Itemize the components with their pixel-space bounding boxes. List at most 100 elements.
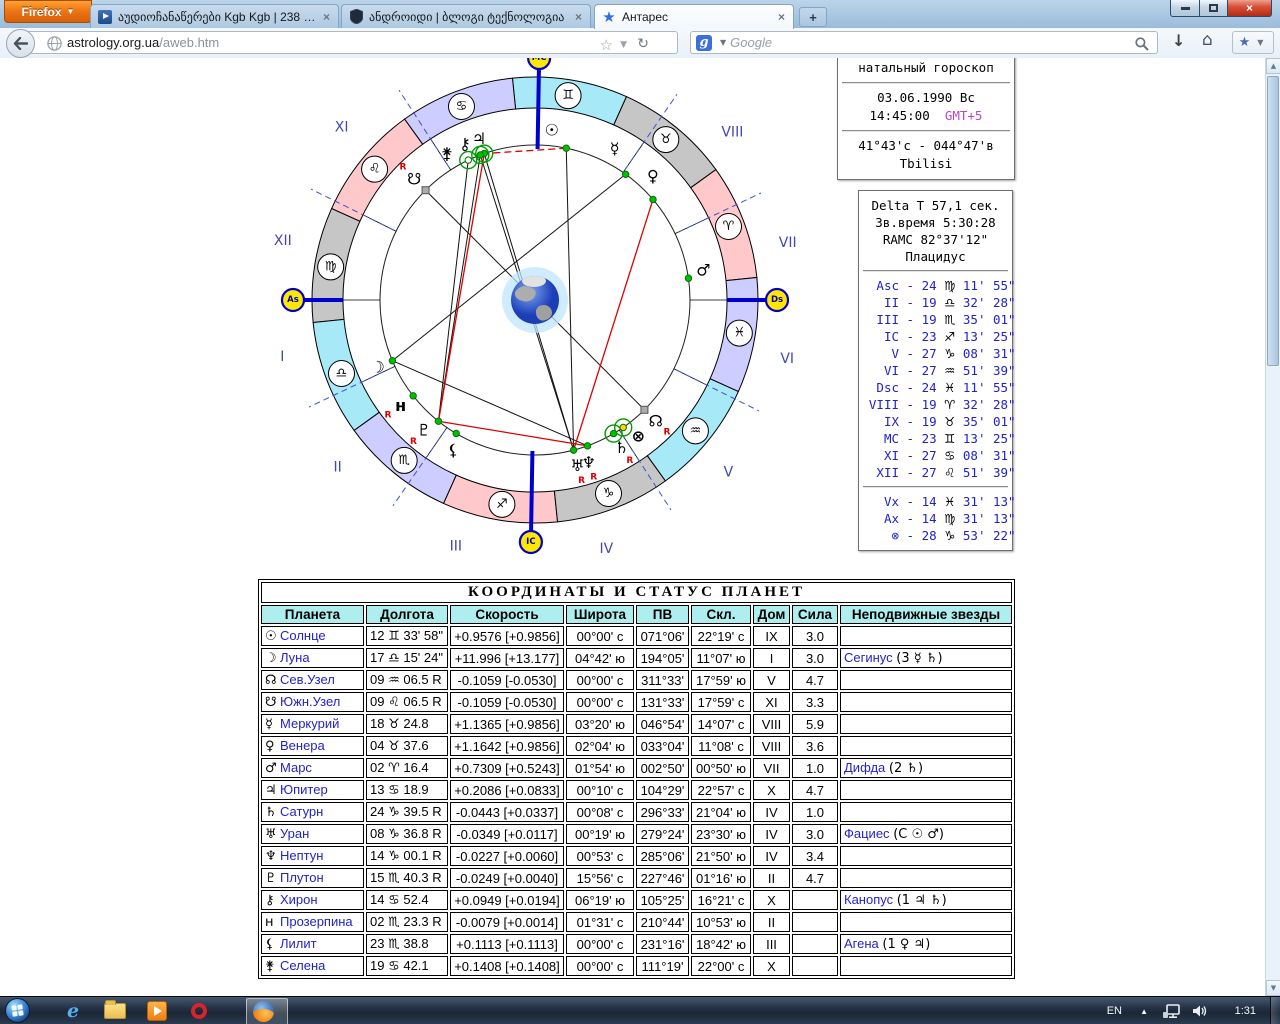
planet-link[interactable]: Южн.Узел [280, 694, 340, 709]
speed-cell: +11.996 [+13.177] [450, 648, 564, 668]
planet-link[interactable]: Венера [280, 738, 325, 753]
planet-link[interactable]: Юпитер [280, 782, 328, 797]
search-box[interactable]: g ▼ Google [690, 31, 1158, 54]
url-bar[interactable]: astrology.org.ua/aweb.htm ☆ ▼ ↻ [22, 31, 678, 54]
latitude-cell: 00°00' с [566, 956, 634, 976]
scroll-down-button[interactable]: ▼ [1266, 980, 1280, 996]
planet-link[interactable]: Нептун [280, 848, 323, 863]
table-row: ♂Марс02 ♈ 16.4+0.7309 [+0.5243]01°54' ю0… [261, 758, 1012, 778]
house-label: VIII [721, 124, 743, 140]
star-link[interactable]: Дифда [844, 760, 885, 775]
planet-link[interactable]: Меркурий [280, 716, 339, 731]
planet-link[interactable]: Селена [280, 958, 325, 973]
language-indicator[interactable]: EN [1107, 997, 1122, 1024]
pluto-glyph: ♇ [417, 420, 431, 439]
opera-icon[interactable] [184, 999, 214, 1023]
table-row: ☉Солнце12 ♊ 33' 58"+0.9576 [+0.9856]00°0… [261, 626, 1012, 646]
start-button[interactable] [5, 998, 30, 1023]
bookmark-star-icon[interactable]: ☆ [600, 36, 613, 54]
firefox-button-label: Firefox [22, 5, 62, 19]
column-header: Дом [753, 605, 790, 624]
planet-cell: ⚷Хирон [261, 890, 364, 910]
cusp-line: XII - 27 ♌ 51' 39" [863, 464, 1008, 481]
planet-link[interactable]: Солнце [280, 628, 326, 643]
planet-link[interactable]: Марс [280, 760, 312, 775]
explorer-folder-icon[interactable] [100, 999, 130, 1023]
star-link[interactable]: Фациес [844, 826, 890, 841]
tab-close-icon[interactable]: × [321, 10, 332, 24]
power-cell [792, 956, 838, 976]
tab-close-icon[interactable]: × [776, 10, 787, 24]
longitude-cell: 19 ♋ 42.1 [366, 956, 448, 976]
close-button[interactable]: × [1228, 0, 1272, 17]
media-player-icon[interactable] [142, 999, 172, 1023]
latitude-cell: 00°19' ю [566, 824, 634, 844]
planet-link[interactable]: Лилит [280, 936, 317, 951]
clock[interactable]: 1:31 [1235, 997, 1256, 1024]
tab-1[interactable]: აუდიოჩანაწერები Kgb Kgb | 238 აუ... × [90, 4, 339, 28]
planet-link[interactable]: Прозерпина [280, 914, 353, 929]
fortuna-glyph: ⊗ [632, 427, 645, 446]
cusp-line: IX - 19 ♉ 35' 01" [863, 413, 1008, 430]
declination-cell: 16°21' с [691, 890, 751, 910]
speed-cell: -0.0249 [+0.0040] [450, 868, 564, 888]
lilith-glyph: ⚸ [447, 441, 459, 460]
tab-title: ანდროიდი | ბლოგი ტექნოლოგია [369, 10, 568, 24]
planet-link[interactable]: Луна [280, 650, 310, 665]
saturn-glyph: ♄ [615, 438, 629, 457]
search-icon[interactable] [1135, 37, 1149, 51]
url-host: astrology.org.ua [67, 35, 159, 50]
reload-icon[interactable]: ↻ [637, 36, 649, 52]
house-cell: II [753, 868, 790, 888]
tab-title: Антарес [622, 10, 771, 24]
bookmarks-button[interactable]: ★ ▼ [1232, 31, 1274, 54]
house-label: I [280, 349, 284, 365]
tab-2[interactable]: ანდროიდი | ბლოგი ტექნოლოგია × [341, 4, 591, 28]
scrollbar-thumb[interactable] [1267, 76, 1279, 366]
scrollbar[interactable]: ▲ ▼ [1265, 58, 1280, 996]
longitude-cell: 23 ♏ 38.8 [366, 934, 448, 954]
cusp-line: III - 19 ♏ 35' 01" [863, 311, 1008, 328]
sign-glyph: ♎ [336, 366, 348, 381]
firefox-menu-button[interactable]: Firefox ▼ [4, 0, 92, 23]
fixed-star-cell [840, 912, 1012, 932]
pv-cell: 210°44' [636, 912, 689, 932]
cusp-line: XI - 27 ♋ 08' 31" [863, 447, 1008, 464]
chevron-down-icon[interactable]: ▼ [620, 40, 627, 50]
snode-glyph: ☋ [407, 169, 421, 188]
download-icon[interactable]: ↓ [1172, 31, 1185, 50]
minimize-button[interactable] [1170, 0, 1200, 17]
planet-link[interactable]: Плутон [280, 870, 324, 885]
internet-explorer-icon[interactable]: e [58, 999, 88, 1023]
power-cell [792, 912, 838, 932]
sidereal-time: Зв.время 5:30:28 [863, 214, 1008, 231]
scroll-up-button[interactable]: ▲ [1266, 58, 1280, 74]
back-button[interactable] [6, 29, 35, 58]
house-cell: X [753, 780, 790, 800]
tab-close-icon[interactable]: × [573, 10, 584, 24]
maximize-button[interactable] [1200, 0, 1228, 17]
planet-link[interactable]: Сатурн [280, 804, 323, 819]
star-link[interactable]: Канопус [844, 892, 893, 907]
volume-icon[interactable] [1192, 997, 1208, 1024]
new-tab-button[interactable]: + [799, 7, 827, 27]
column-header: Скл. [691, 605, 751, 624]
table-row: ♆Нептун14 ♑ 00.1 R-0.0227 [+0.0060]00°53… [261, 846, 1012, 866]
planet-link[interactable]: Уран [280, 826, 309, 841]
star-link[interactable]: Сегинус [844, 650, 893, 665]
planet-cell: ♂Марс [261, 758, 364, 778]
chevron-down-icon[interactable]: ▼ [720, 38, 726, 47]
sign-glyph: ♏ [398, 453, 410, 468]
house-cell: IV [753, 802, 790, 822]
star-link[interactable]: Агена [844, 936, 879, 951]
declination-cell: 23°30' ю [691, 824, 751, 844]
planet-link[interactable]: Сев.Узел [280, 672, 335, 687]
tray-expand-icon[interactable]: ▲ [1140, 997, 1148, 1024]
planet-link[interactable]: Хирон [280, 892, 318, 907]
home-icon[interactable]: ⌂ [1202, 30, 1213, 50]
column-header: Широта [566, 605, 634, 624]
fixed-star-cell [840, 780, 1012, 800]
network-icon[interactable] [1163, 997, 1180, 1024]
tab-antares-active[interactable]: ★ Антарес × [594, 4, 794, 29]
show-desktop-button[interactable] [1270, 997, 1280, 1024]
